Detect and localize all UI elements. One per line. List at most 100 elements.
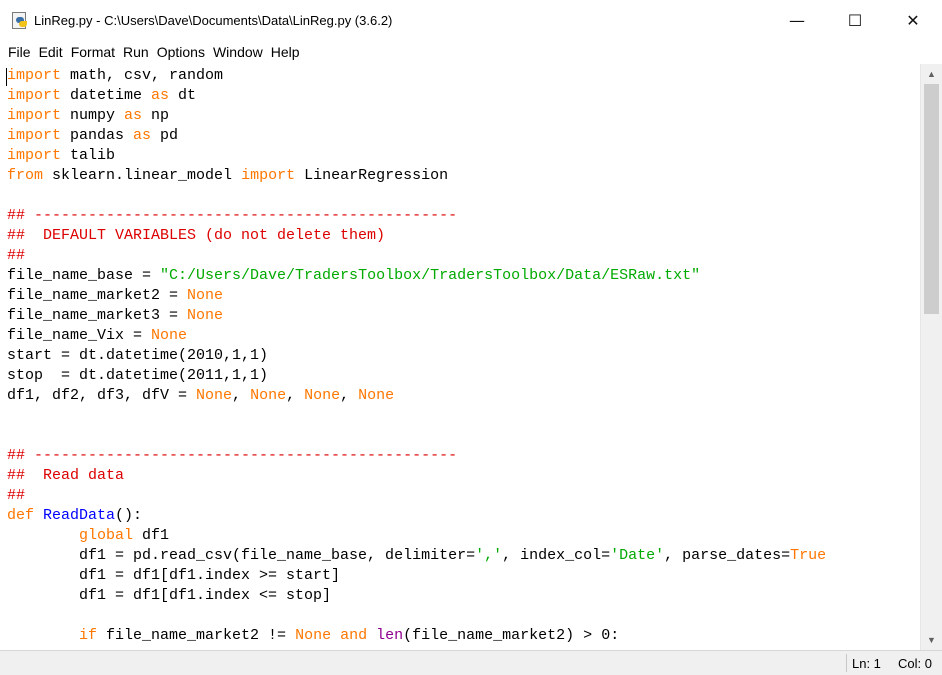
code-line[interactable]: df1 = df1[df1.index >= start] bbox=[7, 566, 826, 586]
menu-file[interactable]: File bbox=[8, 44, 39, 60]
code-token: as bbox=[151, 87, 170, 104]
code-line[interactable]: if file_name_market2 != None and len(fil… bbox=[7, 626, 826, 646]
code-line[interactable]: file_name_Vix = None bbox=[7, 326, 826, 346]
code-line[interactable]: import pandas as pd bbox=[7, 126, 826, 146]
code-token: , bbox=[232, 387, 251, 404]
code-token: as bbox=[124, 107, 143, 124]
code-token: len bbox=[376, 627, 404, 644]
code-token: stop = dt.datetime(2011,1,1) bbox=[7, 367, 269, 384]
code-token: from bbox=[7, 167, 44, 184]
code-token: import bbox=[7, 127, 62, 144]
code-line[interactable] bbox=[7, 606, 826, 626]
code-token: ## -------------------------------------… bbox=[7, 207, 458, 224]
code-line[interactable]: import talib bbox=[7, 146, 826, 166]
code-line[interactable]: ## bbox=[7, 486, 826, 506]
close-button[interactable]: ✕ bbox=[884, 0, 942, 40]
window-title: LinReg.py - C:\Users\Dave\Documents\Data… bbox=[34, 12, 393, 28]
code-line[interactable]: ## Read data bbox=[7, 466, 826, 486]
code-token: ## Read data bbox=[7, 467, 125, 484]
code-token: None bbox=[304, 387, 341, 404]
vertical-scrollbar[interactable]: ▲ ▼ bbox=[920, 64, 942, 650]
code-token: , bbox=[340, 387, 359, 404]
code-token: import bbox=[7, 87, 62, 104]
code-line[interactable]: ## DEFAULT VARIABLES (do not delete them… bbox=[7, 226, 826, 246]
code-token: import bbox=[241, 167, 296, 184]
minimize-button[interactable]: — bbox=[768, 0, 826, 40]
code-token: global bbox=[79, 527, 134, 544]
scrollbar-thumb[interactable] bbox=[924, 84, 939, 314]
code-line[interactable]: start = dt.datetime(2010,1,1) bbox=[7, 346, 826, 366]
window-controls: — ☐ ✕ bbox=[768, 0, 942, 40]
code-token: None bbox=[196, 387, 233, 404]
scroll-down-icon[interactable]: ▼ bbox=[921, 630, 942, 650]
menu-bar: File Edit Format Run Options Window Help bbox=[0, 40, 942, 64]
code-line[interactable]: import numpy as np bbox=[7, 106, 826, 126]
code-line[interactable]: df1 = df1[df1.index <= stop] bbox=[7, 586, 826, 606]
code-line[interactable]: ## -------------------------------------… bbox=[7, 206, 826, 226]
status-column: Col: 0 bbox=[898, 656, 932, 671]
code-token: (file_name_market2) > 0: bbox=[403, 627, 620, 644]
scroll-up-icon[interactable]: ▲ bbox=[921, 64, 942, 84]
text-cursor bbox=[6, 68, 7, 86]
code-line[interactable]: import datetime as dt bbox=[7, 86, 826, 106]
code-line[interactable]: global df1 bbox=[7, 526, 826, 546]
code-token: None bbox=[250, 387, 287, 404]
status-bar: Ln: 1 Col: 0 bbox=[0, 650, 942, 675]
code-token: None bbox=[187, 307, 224, 324]
code-line[interactable] bbox=[7, 186, 826, 206]
code-token: pandas bbox=[61, 127, 134, 144]
code-token: True bbox=[790, 547, 827, 564]
code-token: import bbox=[7, 67, 62, 84]
code-token: pd bbox=[151, 127, 179, 144]
code-line[interactable]: from sklearn.linear_model import LinearR… bbox=[7, 166, 826, 186]
menu-options[interactable]: Options bbox=[157, 44, 213, 60]
code-token: (): bbox=[115, 507, 143, 524]
menu-run[interactable]: Run bbox=[123, 44, 157, 60]
title-bar[interactable]: LinReg.py - C:\Users\Dave\Documents\Data… bbox=[0, 0, 942, 40]
code-token: ',' bbox=[475, 547, 503, 564]
code-token: "C:/Users/Dave/TradersToolbox/TradersToo… bbox=[160, 267, 701, 284]
code-editor[interactable]: import math, csv, random import datetime … bbox=[0, 64, 920, 650]
code-token: import bbox=[7, 147, 62, 164]
maximize-button[interactable]: ☐ bbox=[826, 0, 884, 40]
code-token: sklearn.linear_model bbox=[43, 167, 242, 184]
code-token: file_name_Vix = bbox=[7, 327, 152, 344]
code-line[interactable]: stop = dt.datetime(2011,1,1) bbox=[7, 366, 826, 386]
code-token: df1 = df1[df1.index <= stop] bbox=[7, 587, 332, 604]
menu-edit[interactable]: Edit bbox=[39, 44, 71, 60]
code-token: file_name_market2 = bbox=[7, 287, 188, 304]
code-line[interactable]: file_name_market3 = None bbox=[7, 306, 826, 326]
code-token: as bbox=[133, 127, 152, 144]
code-token: talib bbox=[61, 147, 116, 164]
code-token: and bbox=[340, 627, 368, 644]
code-line[interactable]: ## bbox=[7, 246, 826, 266]
menu-format[interactable]: Format bbox=[71, 44, 123, 60]
menu-window[interactable]: Window bbox=[213, 44, 271, 60]
code-token: file_name_market3 = bbox=[7, 307, 188, 324]
code-line[interactable]: def ReadData(): bbox=[7, 506, 826, 526]
code-line[interactable]: import math, csv, random bbox=[7, 66, 826, 86]
code-line[interactable]: df1 = pd.read_csv(file_name_base, delimi… bbox=[7, 546, 826, 566]
code-text[interactable]: import math, csv, random import datetime … bbox=[7, 66, 826, 646]
code-line[interactable] bbox=[7, 406, 826, 426]
code-token: , index_col= bbox=[502, 547, 611, 564]
code-token: datetime bbox=[61, 87, 152, 104]
code-line[interactable]: ## -------------------------------------… bbox=[7, 446, 826, 466]
code-token: start = dt.datetime(2010,1,1) bbox=[7, 347, 269, 364]
code-line[interactable] bbox=[7, 426, 826, 446]
python-file-icon bbox=[10, 11, 28, 29]
code-token: dt bbox=[169, 87, 197, 104]
code-line[interactable]: file_name_base = "C:/Users/Dave/TradersT… bbox=[7, 266, 826, 286]
code-line[interactable]: file_name_market2 = None bbox=[7, 286, 826, 306]
code-token: math, csv, random bbox=[61, 67, 224, 84]
code-token: df1 bbox=[133, 527, 170, 544]
status-line: Ln: 1 bbox=[852, 656, 881, 671]
code-token: np bbox=[142, 107, 170, 124]
menu-help[interactable]: Help bbox=[271, 44, 308, 60]
code-line[interactable]: df1, df2, df3, dfV = None, None, None, N… bbox=[7, 386, 826, 406]
code-token: ReadData bbox=[43, 507, 116, 524]
